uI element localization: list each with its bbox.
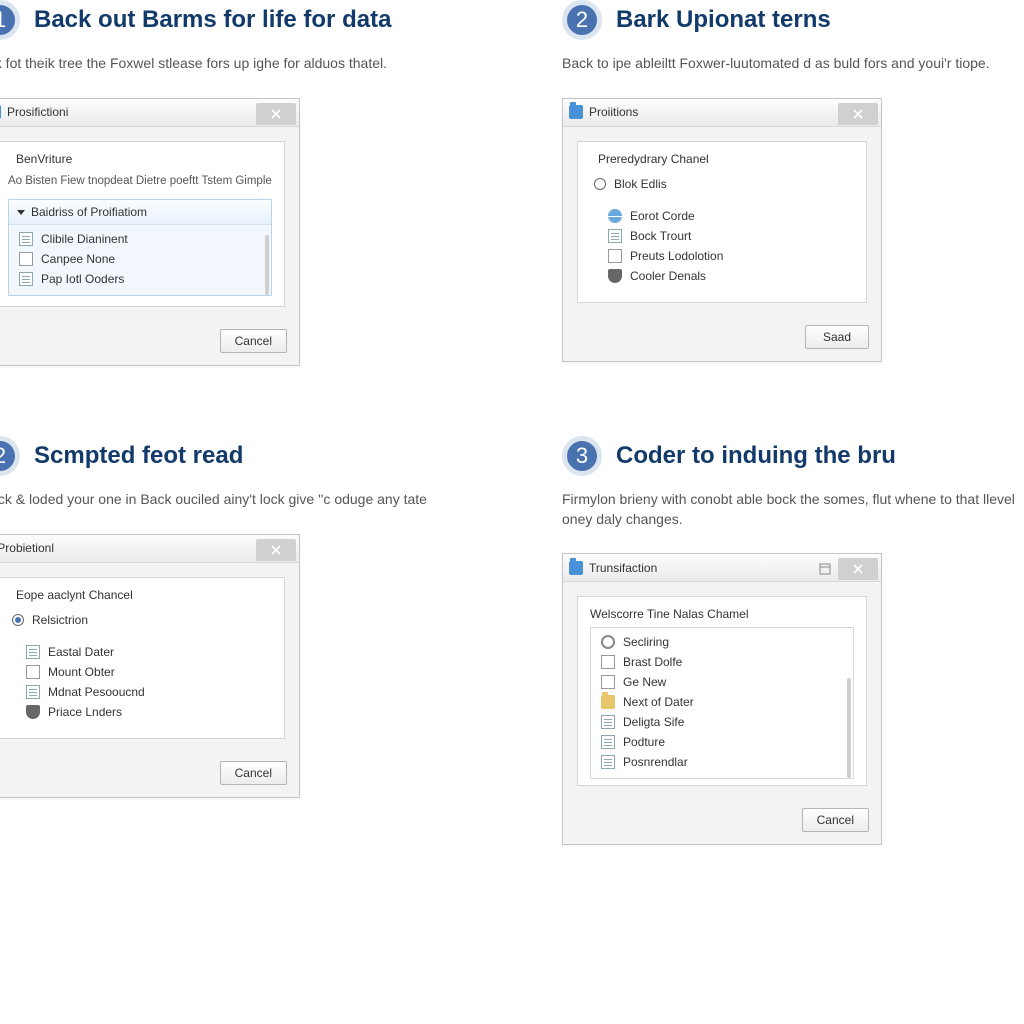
panel-description: Ao Bisten Fiew tnopdeat Dietre poeftt Ts… bbox=[8, 174, 272, 190]
document-icon bbox=[26, 645, 40, 659]
document-icon bbox=[601, 715, 615, 729]
radio-option[interactable]: Blok Edlis bbox=[590, 174, 854, 194]
titlebar: Prosifictioni bbox=[0, 99, 299, 127]
folder-icon bbox=[601, 695, 615, 709]
close-button[interactable] bbox=[256, 539, 296, 561]
titlebar: Trunsifaction bbox=[563, 554, 881, 582]
step-title: Scmpted feot read bbox=[34, 442, 243, 470]
cancel-button[interactable]: Cancel bbox=[802, 808, 869, 832]
globe-icon bbox=[608, 209, 622, 223]
list-item[interactable]: Posnrendlar bbox=[597, 752, 847, 772]
document-icon bbox=[601, 675, 615, 689]
list-item[interactable]: Mdnat Pesooucnd bbox=[22, 682, 266, 702]
dialog-window: Proiitions Preredydrary Chanel Blok Edli… bbox=[562, 98, 882, 362]
folder-icon bbox=[569, 561, 583, 575]
step-header: 2 Bark Upionat terns bbox=[562, 0, 1024, 40]
list-item[interactable]: Ge New bbox=[597, 672, 847, 692]
step-number-badge: 1 bbox=[0, 0, 20, 40]
document-icon bbox=[26, 665, 40, 679]
dialog-title: Trunsifaction bbox=[589, 561, 657, 575]
options-button[interactable] bbox=[812, 558, 838, 580]
list-item[interactable]: Clibile Dianinent bbox=[15, 229, 265, 249]
list-header[interactable]: Baidriss of Proifiatiom bbox=[9, 200, 271, 225]
step-1: 1 Back out Barms for life for data ack f… bbox=[0, 0, 482, 366]
titlebar: * Probietionl bbox=[0, 535, 299, 563]
document-icon bbox=[19, 252, 33, 266]
list-item[interactable]: Eorot Corde bbox=[604, 206, 848, 226]
titlebar: Proiitions bbox=[563, 99, 881, 127]
panel-title: Preredydrary Chanel bbox=[590, 152, 854, 166]
cancel-button[interactable]: Cancel bbox=[220, 761, 287, 785]
dialog-title: Proiitions bbox=[589, 105, 638, 119]
list-item[interactable]: Brast Dolfe bbox=[597, 652, 847, 672]
listbox[interactable]: Secliring Brast Dolfe Ge New Next of Dat… bbox=[590, 627, 854, 779]
shield-icon bbox=[608, 269, 622, 283]
step-description: ack fot theik tree the Foxwel stlease fo… bbox=[0, 54, 482, 74]
step-2b: 2 Scmpted feot read llatck & loded your … bbox=[0, 436, 482, 845]
dialog-window: Prosifictioni BenVriture Ao Bisten Fiew … bbox=[0, 98, 300, 367]
step-description: Firmylon brieny with conobt able bock th… bbox=[562, 490, 1024, 529]
document-icon bbox=[26, 685, 40, 699]
list-item[interactable]: Priace Lnders bbox=[22, 702, 266, 722]
list-item[interactable]: Mount Obter bbox=[22, 662, 266, 682]
step-header: 3 Coder to induing the bru bbox=[562, 436, 1024, 476]
list-item[interactable]: Eastal Dater bbox=[22, 642, 266, 662]
close-button[interactable] bbox=[838, 558, 878, 580]
step-3: 3 Coder to induing the bru Firmylon brie… bbox=[562, 436, 1024, 845]
radio-option[interactable]: Relsictrion bbox=[8, 610, 272, 630]
scrollbar[interactable] bbox=[265, 235, 269, 295]
cancel-button[interactable]: Cancel bbox=[220, 329, 287, 353]
save-button[interactable]: Saad bbox=[805, 325, 869, 349]
scrollbar[interactable] bbox=[847, 678, 851, 778]
document-icon bbox=[608, 229, 622, 243]
list-item[interactable]: Secliring bbox=[597, 632, 847, 652]
list-item[interactable]: Cooler Denals bbox=[604, 266, 848, 286]
step-description: Back to ipe ableiltt Foxwer-luutomated d… bbox=[562, 54, 1024, 74]
folder-icon bbox=[569, 105, 583, 119]
close-button[interactable] bbox=[256, 103, 296, 125]
step-number-badge: 2 bbox=[562, 0, 602, 40]
document-icon bbox=[19, 232, 33, 246]
list-item[interactable]: Next of Dater bbox=[597, 692, 847, 712]
panel-title: Welscorre Tine Nalas Chamel bbox=[590, 607, 854, 621]
dialog-window: Trunsifaction Welscorre Tine Nalas Chame… bbox=[562, 553, 882, 845]
step-number-badge: 2 bbox=[0, 436, 20, 476]
panel-title: Eope aaclynt Chancel bbox=[8, 588, 272, 602]
step-header: 1 Back out Barms for life for data bbox=[0, 0, 482, 40]
listbox[interactable]: Baidriss of Proifiatiom Clibile Dianinen… bbox=[8, 199, 272, 296]
document-icon bbox=[601, 755, 615, 769]
list-item[interactable]: Podture bbox=[597, 732, 847, 752]
panel-title: BenVriture bbox=[8, 152, 272, 166]
list-item[interactable]: Deligta Sife bbox=[597, 712, 847, 732]
list-item[interactable]: Pap Iotl Ooders bbox=[15, 269, 265, 289]
folder-icon bbox=[0, 105, 1, 119]
step-title: Coder to induing the bru bbox=[616, 442, 896, 470]
document-icon bbox=[608, 249, 622, 263]
document-icon bbox=[601, 655, 615, 669]
step-header: 2 Scmpted feot read bbox=[0, 436, 482, 476]
document-icon bbox=[19, 272, 33, 286]
radio-icon bbox=[12, 614, 24, 626]
step-number-badge: 3 bbox=[562, 436, 602, 476]
dialog-window: * Probietionl Eope aaclynt Chancel Relsi… bbox=[0, 534, 300, 798]
step-description: llatck & loded your one in Back ouciled … bbox=[0, 490, 482, 510]
step-title: Bark Upionat terns bbox=[616, 6, 831, 34]
dialog-title: Probietionl bbox=[0, 541, 54, 555]
list-item[interactable]: Preuts Lodolotion bbox=[604, 246, 848, 266]
step-title: Back out Barms for life for data bbox=[34, 6, 391, 34]
step-2: 2 Bark Upionat terns Back to ipe ableilt… bbox=[562, 0, 1024, 366]
dialog-title: Prosifictioni bbox=[7, 105, 68, 119]
list-item[interactable]: Canpee None bbox=[15, 249, 265, 269]
radio-icon bbox=[594, 178, 606, 190]
list-item[interactable]: Bock Trourt bbox=[604, 226, 848, 246]
shield-icon bbox=[26, 705, 40, 719]
gear-icon bbox=[601, 635, 615, 649]
document-icon bbox=[601, 735, 615, 749]
close-button[interactable] bbox=[838, 103, 878, 125]
chevron-down-icon bbox=[17, 210, 25, 215]
